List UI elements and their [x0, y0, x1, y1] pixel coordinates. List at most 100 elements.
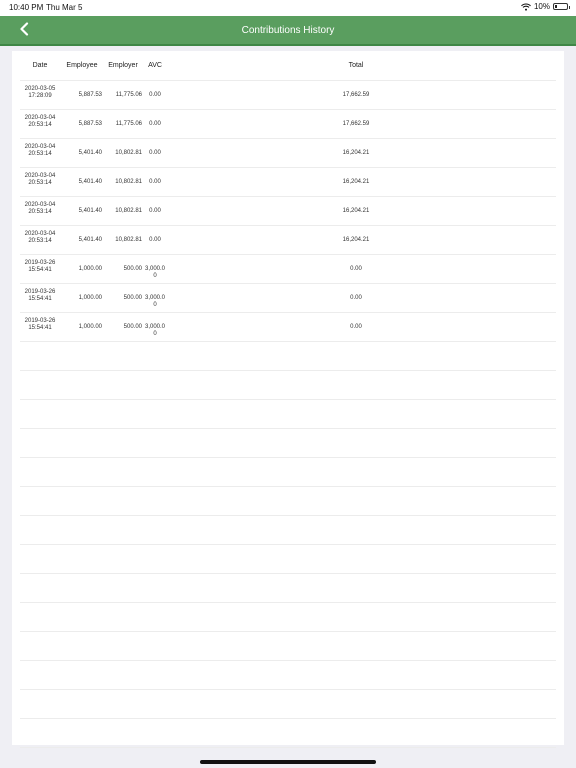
row-avc: 3,000.0 0 — [142, 324, 168, 338]
home-indicator[interactable] — [200, 760, 376, 764]
row-avc: 0.00 — [142, 179, 168, 186]
row-total: 17,662.59 — [342, 121, 370, 127]
status-indicators: 10% — [521, 2, 570, 11]
row-date-day: 2020-03-05 — [24, 86, 56, 92]
status-bar: 10:40 PM Thu Mar 5 10% — [0, 0, 576, 16]
nav-bar: Contributions History — [0, 16, 576, 46]
row-date: 2020-03-04 20:53:14 — [22, 144, 58, 158]
row-avc-line1: 0.00 — [149, 92, 161, 98]
row-total: 16,204.21 — [342, 208, 370, 214]
row-employee: 5,401.40 — [78, 237, 102, 243]
row-avc-line1: 0.00 — [149, 208, 161, 214]
table-row-empty — [20, 545, 556, 574]
row-avc: 0.00 — [142, 150, 168, 157]
table-row-empty — [20, 371, 556, 400]
status-time: 10:40 PM — [9, 3, 44, 12]
row-avc: 3,000.0 0 — [142, 295, 168, 309]
row-employee: 1,000.00 — [78, 324, 102, 330]
row-date-time: 15:54:41 — [28, 267, 52, 273]
row-total: 0.00 — [350, 295, 362, 301]
row-date-time: 15:54:41 — [28, 296, 52, 302]
row-avc-line2: 0 — [153, 302, 157, 308]
table-row-empty — [20, 400, 556, 429]
row-employer: 11,775.06 — [115, 92, 142, 98]
header-date: Date — [32, 62, 48, 69]
row-employee: 5,401.40 — [78, 150, 102, 156]
table-row-empty — [20, 661, 556, 690]
table-row-empty — [20, 429, 556, 458]
header-total: Total — [348, 62, 364, 69]
row-avc-line1: 0.00 — [149, 150, 161, 156]
row-avc-line2: 0 — [153, 273, 157, 279]
row-avc-line1: 3,000.0 — [144, 266, 166, 272]
row-date: 2020-03-04 20:53:14 — [22, 202, 58, 216]
row-avc: 0.00 — [142, 208, 168, 215]
row-date-time: 20:53:14 — [28, 180, 52, 186]
row-total: 17,662.59 — [342, 92, 370, 98]
table-row[interactable]: 2020-03-04 20:53:14 5,401.40 10,802.81 0.00 1… — [20, 168, 556, 197]
row-employee: 5,887.53 — [78, 92, 102, 98]
row-avc-line1: 3,000.0 — [144, 295, 166, 301]
row-employee: 5,887.53 — [78, 121, 102, 127]
header-avc: AVC — [148, 62, 162, 69]
table-row-empty — [20, 516, 556, 545]
table-row[interactable]: 2019-03-26 15:54:41 1,000.00 500.00 3,000.0 0… — [20, 255, 556, 284]
row-employer: 500.00 — [123, 295, 142, 301]
status-date: Thu Mar 5 — [46, 3, 83, 12]
table-row-empty — [20, 574, 556, 603]
row-date-time: 15:54:41 — [28, 325, 52, 331]
table-row-empty — [20, 458, 556, 487]
row-avc-line1: 0.00 — [149, 237, 161, 243]
row-employer: 10,802.81 — [115, 150, 142, 156]
row-date-day: 2019-03-26 — [24, 260, 56, 266]
row-avc-line1: 0.00 — [149, 179, 161, 185]
row-date: 2020-03-05 17:28:09 — [22, 86, 58, 100]
row-employer: 11,775.06 — [115, 121, 142, 127]
row-employee: 5,401.40 — [78, 179, 102, 185]
row-date-day: 2020-03-04 — [24, 202, 56, 208]
contributions-table: Date Employee Employer AVC Total 2020-03… — [12, 51, 564, 748]
table-row[interactable]: 2020-03-04 20:53:14 5,401.40 10,802.81 0.00 1… — [20, 197, 556, 226]
table-row-empty — [20, 487, 556, 516]
row-avc-line1: 0.00 — [149, 121, 161, 127]
row-avc-line2: 0 — [153, 331, 157, 337]
row-date-time: 20:53:14 — [28, 238, 52, 244]
row-date: 2020-03-04 20:53:14 — [22, 231, 58, 245]
table-row[interactable]: 2019-03-26 15:54:41 1,000.00 500.00 3,000.0 0… — [20, 313, 556, 342]
row-employee: 1,000.00 — [78, 266, 102, 272]
battery-percent: 10% — [533, 2, 550, 11]
row-avc: 0.00 — [142, 121, 168, 128]
row-date-time: 20:53:14 — [28, 122, 52, 128]
row-avc: 0.00 — [142, 92, 168, 99]
table-row[interactable]: 2020-03-04 20:53:14 5,887.53 11,775.06 0.00 1… — [20, 110, 556, 139]
table-row-empty — [20, 748, 556, 768]
row-employer: 10,802.81 — [115, 208, 142, 214]
table-row-empty — [20, 603, 556, 632]
row-date-day: 2020-03-04 — [24, 144, 56, 150]
row-avc: 3,000.0 0 — [142, 266, 168, 280]
table-row-empty — [20, 632, 556, 661]
row-total: 0.00 — [350, 266, 362, 272]
row-total: 16,204.21 — [342, 237, 370, 243]
row-employee: 1,000.00 — [78, 295, 102, 301]
row-date-day: 2020-03-04 — [24, 115, 56, 121]
row-date: 2020-03-04 20:53:14 — [22, 173, 58, 187]
table-row[interactable]: 2020-03-04 20:53:14 5,401.40 10,802.81 0.00 1… — [20, 139, 556, 168]
row-total: 0.00 — [350, 324, 362, 330]
row-employer: 500.00 — [123, 266, 142, 272]
table-row-empty — [20, 342, 556, 371]
row-employer: 10,802.81 — [115, 237, 142, 243]
table-row[interactable]: 2019-03-26 15:54:41 1,000.00 500.00 3,000.0 0… — [20, 284, 556, 313]
header-employer: Employer — [108, 62, 138, 69]
row-date-day: 2020-03-04 — [24, 173, 56, 179]
row-date-time: 17:28:09 — [28, 93, 52, 99]
row-date-day: 2019-03-26 — [24, 289, 56, 295]
row-employer: 500.00 — [123, 324, 142, 330]
wifi-icon — [521, 3, 531, 11]
row-date: 2019-03-26 15:54:41 — [22, 260, 58, 274]
table-row[interactable]: 2020-03-05 17:28:09 5,887.53 11,775.06 0.00 1… — [20, 81, 556, 110]
row-employer: 10,802.81 — [115, 179, 142, 185]
row-date-time: 20:53:14 — [28, 209, 52, 215]
table-row[interactable]: 2020-03-04 20:53:14 5,401.40 10,802.81 0.00 1… — [20, 226, 556, 255]
table-row-empty — [20, 719, 556, 748]
